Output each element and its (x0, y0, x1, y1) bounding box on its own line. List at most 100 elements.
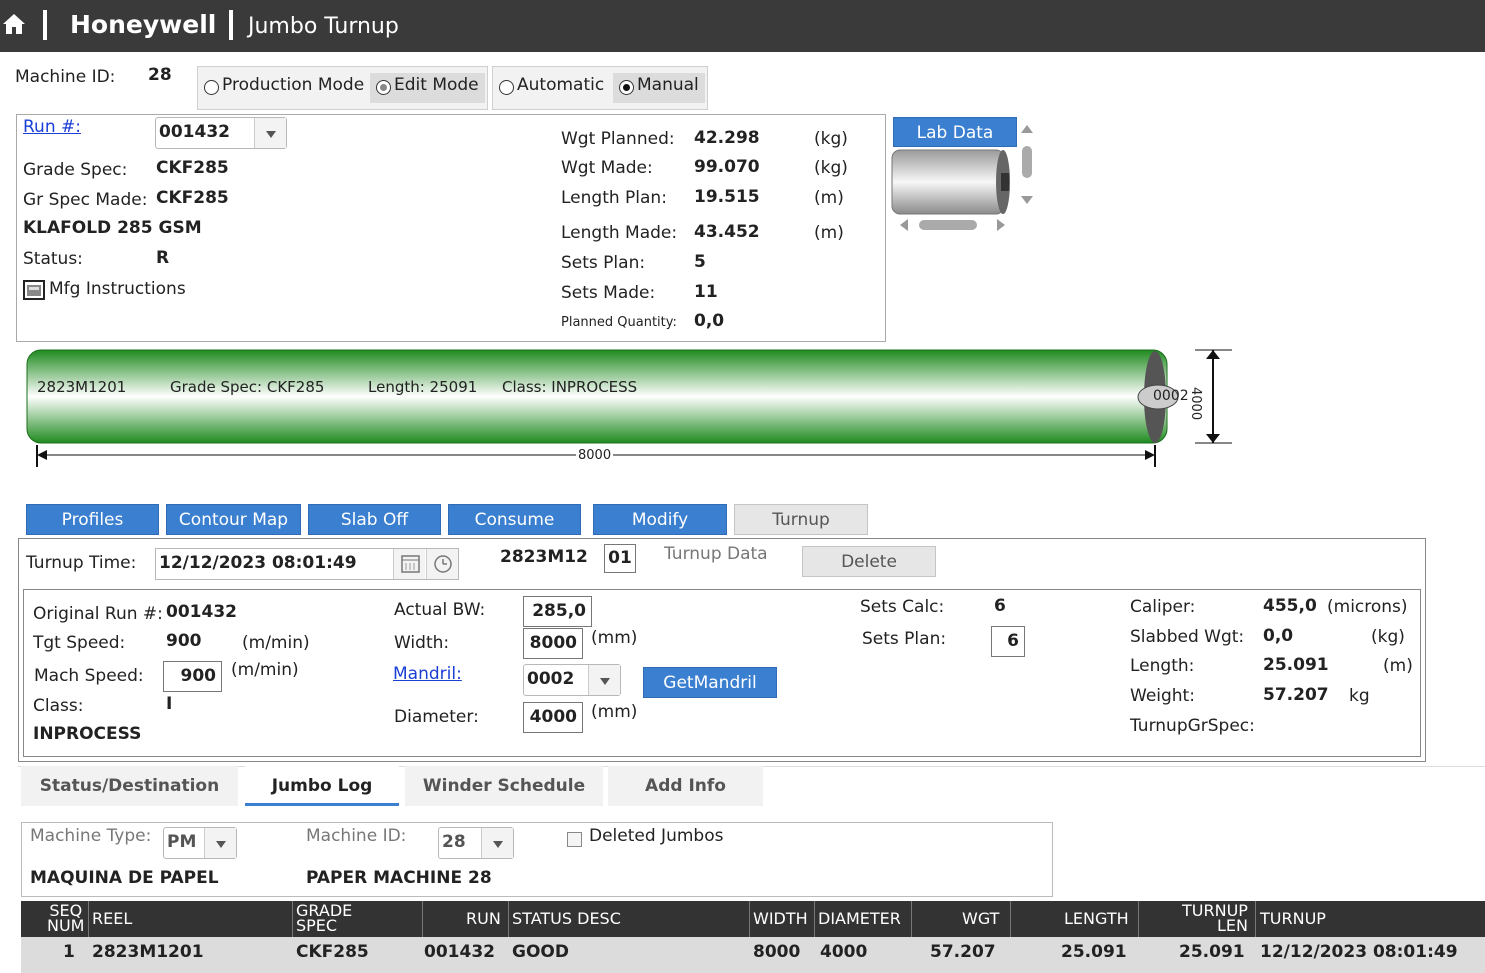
divider (43, 10, 47, 40)
modify-button[interactable]: Modify (593, 504, 727, 535)
wgt-made-unit: (kg) (814, 158, 848, 178)
turnup-button[interactable]: Turnup (734, 504, 868, 535)
col-grade-spec[interactable]: GRADE SPEC (296, 903, 352, 935)
tab-status-destination[interactable]: Status/Destination (21, 766, 238, 806)
machine-type-select[interactable]: PM (163, 827, 237, 859)
mach-speed-input[interactable]: 900 (163, 661, 222, 692)
tab-add-info[interactable]: Add Info (608, 766, 763, 806)
cell-turnup: 12/12/2023 08:01:49 (1260, 942, 1458, 962)
length-made-label: Length Made: (561, 223, 678, 243)
weight-unit: kg (1349, 686, 1370, 706)
col-run[interactable]: RUN (466, 911, 501, 927)
sets-plan-label: Sets Plan: (561, 253, 646, 273)
automatic-label: Automatic (517, 75, 605, 95)
delete-button[interactable]: Delete (802, 546, 936, 577)
col-reel[interactable]: REEL (92, 911, 132, 927)
filter-machine-id-label: Machine ID: (306, 826, 407, 846)
cell-turnup-len: 25.091 (1179, 942, 1245, 962)
mach-speed-label: Mach Speed: (34, 666, 144, 686)
turnup-time-picker[interactable]: 12/12/2023 08:01:49 (155, 548, 459, 580)
clock-icon[interactable] (426, 549, 458, 579)
width-input[interactable]: 8000 (523, 628, 583, 659)
chevron-down-icon[interactable] (481, 828, 513, 858)
contour-map-button[interactable]: Contour Map (166, 504, 301, 535)
class-value: I (166, 694, 173, 714)
sets-plan-input[interactable]: 6 (991, 626, 1025, 657)
run-number-value: 001432 (159, 122, 230, 142)
original-run-value: 001432 (166, 602, 237, 622)
top-bar: Honeywell Jumbo Turnup (0, 0, 1485, 52)
tgt-speed-value: 900 (166, 631, 202, 651)
tab-winder-schedule[interactable]: Winder Schedule (405, 766, 603, 806)
col-width[interactable]: WIDTH (753, 911, 808, 927)
machine-id-select[interactable]: 28 (438, 827, 514, 859)
diameter-input[interactable]: 4000 (523, 702, 583, 733)
column-divider (911, 901, 912, 937)
planned-quantity-label: Planned Quantity: (561, 315, 677, 330)
slabbed-wgt-label: Slabbed Wgt: (1130, 627, 1245, 647)
tab-jumbo-log[interactable]: Jumbo Log (245, 766, 399, 806)
instructions-icon[interactable] (23, 280, 45, 300)
sets-calc-value: 6 (994, 596, 1006, 616)
chevron-down-icon[interactable] (204, 828, 236, 858)
col-grade-line2: SPEC (296, 916, 338, 935)
chevron-down-icon[interactable] (588, 665, 620, 695)
reel-suffix-input[interactable]: 01 (604, 544, 636, 573)
home-icon[interactable] (2, 12, 26, 38)
consume-button[interactable]: Consume (448, 504, 581, 535)
manual-option[interactable]: Manual (613, 73, 705, 103)
slab-off-button[interactable]: Slab Off (308, 504, 441, 535)
turnup-sets-plan-label: Sets Plan: (862, 629, 947, 649)
width-label: Width: (394, 633, 450, 653)
mfg-instructions-link[interactable]: Mfg Instructions (49, 279, 186, 299)
cell-width: 8000 (753, 942, 801, 962)
automatic-option[interactable]: Automatic (493, 73, 610, 103)
tgt-speed-unit: (m/min) (242, 633, 310, 653)
run-number-select[interactable]: 001432 (155, 117, 287, 149)
col-seq-line2: NUM (47, 916, 85, 935)
column-divider (1255, 901, 1256, 937)
mandril-select[interactable]: 0002 (523, 664, 621, 696)
machine-id-value: 28 (148, 65, 172, 85)
machine-type-value: PM (167, 832, 197, 852)
col-turnup-len[interactable]: TURNUP LEN (1182, 903, 1248, 935)
actual-bw-input[interactable]: 285,0 (523, 596, 592, 627)
production-mode-label: Production Mode (222, 75, 365, 95)
chevron-down-icon[interactable] (254, 118, 286, 148)
deleted-jumbos-label: Deleted Jumbos (589, 826, 724, 846)
col-length[interactable]: LENGTH (1064, 911, 1129, 927)
cell-grade: CKF285 (296, 942, 369, 962)
radio-icon (499, 80, 514, 95)
production-mode-option[interactable]: Production Mode (198, 73, 370, 103)
profiles-button[interactable]: Profiles (26, 504, 159, 535)
length-plan-value: 19.515 (694, 187, 760, 207)
col-diameter[interactable]: DIAMETER (818, 911, 901, 927)
slabbed-wgt-unit: (kg) (1371, 627, 1405, 647)
weight-value: 57.207 (1263, 685, 1329, 705)
reel-length-label: Length: 25091 (368, 378, 478, 396)
turnup-length-label: Length: (1130, 656, 1195, 676)
column-divider (422, 901, 423, 937)
brand-name: Honeywell (70, 10, 217, 39)
wgt-planned-value: 42.298 (694, 128, 760, 148)
sets-plan-value: 5 (694, 252, 706, 272)
mandril-link[interactable]: Mandril: (393, 664, 462, 684)
deleted-jumbos-checkbox[interactable] (567, 832, 582, 847)
col-wgt[interactable]: WGT (962, 911, 999, 927)
col-turnup[interactable]: TURNUP (1260, 911, 1326, 927)
manual-label: Manual (637, 75, 699, 95)
lab-data-scroll-viewer (889, 120, 1039, 235)
turnup-length-value: 25.091 (1263, 655, 1329, 675)
col-turnup-len-line2: LEN (1216, 916, 1248, 935)
edit-mode-option[interactable]: Edit Mode (370, 73, 485, 103)
turnup-gr-spec-label: TurnupGrSpec: (1130, 716, 1255, 736)
tgt-speed-label: Tgt Speed: (33, 633, 126, 653)
run-number-link[interactable]: Run #: (23, 117, 81, 137)
column-divider (508, 901, 509, 937)
get-mandril-button[interactable]: GetMandril (643, 667, 777, 698)
col-status-desc[interactable]: STATUS DESC (512, 911, 621, 927)
column-divider (1138, 901, 1139, 937)
calendar-icon[interactable] (393, 549, 425, 579)
length-made-unit: (m) (814, 223, 844, 243)
col-seq-num[interactable]: SEQ NUM (47, 903, 85, 935)
